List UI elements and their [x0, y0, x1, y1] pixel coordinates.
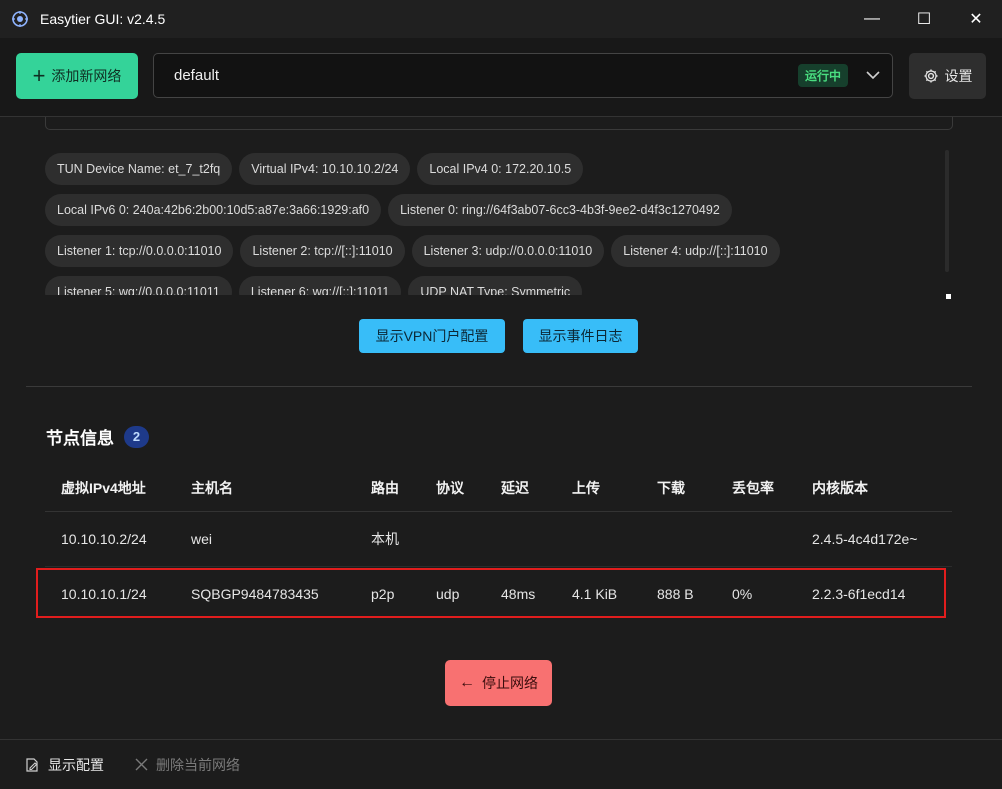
edit-file-icon — [26, 757, 38, 772]
col-route[interactable]: 路由 — [371, 464, 399, 511]
delete-network-button[interactable]: 删除当前网络 — [135, 755, 240, 775]
scroll-indicator — [946, 294, 951, 299]
col-download[interactable]: 下载 — [657, 464, 685, 511]
add-network-button[interactable]: + 添加新网络 — [16, 53, 138, 99]
stop-network-button[interactable]: ← 停止网络 — [445, 660, 552, 706]
chip-row: Listener 1: tcp://0.0.0.0:11010 Listener… — [45, 235, 945, 267]
chip-listener-1: Listener 1: tcp://0.0.0.0:11010 — [45, 235, 234, 267]
table-row[interactable]: 10.10.10.1/24 SQBGP9484783435 p2p udp 48… — [45, 567, 952, 621]
chip-local-ipv4: Local IPv4 0: 172.20.10.5 — [417, 153, 584, 185]
col-protocol[interactable]: 协议 — [436, 464, 464, 511]
minimize-button[interactable]: — — [846, 0, 898, 38]
cell-core-version: 2.4.5-4c4d172e~ — [812, 531, 918, 547]
peer-count-badge: 2 — [124, 425, 149, 448]
cell-route: p2p — [371, 586, 395, 602]
col-virtual-ipv4[interactable]: 虚拟IPv4地址 — [61, 464, 146, 511]
gear-icon — [924, 69, 937, 83]
add-network-label: 添加新网络 — [51, 68, 122, 84]
col-upload[interactable]: 上传 — [572, 464, 600, 511]
show-event-log-button[interactable]: 显示事件日志 — [523, 319, 638, 353]
settings-button[interactable]: 设置 — [909, 53, 986, 99]
window-title: Easytier GUI: v2.4.5 — [40, 11, 166, 27]
cell-virtual-ipv4: 10.10.10.2/24 — [61, 531, 147, 547]
chip-row: Local IPv6 0: 240a:42b6:2b00:10d5:a87e:3… — [45, 194, 945, 226]
chip-nat-type: UDP NAT Type: Symmetric — [408, 276, 583, 295]
delete-network-label: 删除当前网络 — [156, 756, 240, 773]
close-button[interactable]: ✕ — [950, 0, 1002, 38]
chip-listener-2: Listener 2: tcp://[::]:11010 — [240, 235, 405, 267]
cell-loss-rate: 0% — [732, 586, 753, 602]
cell-hostname: SQBGP9484783435 — [191, 586, 319, 602]
plus-icon: + — [32, 63, 46, 88]
node-info-chips: TUN Device Name: et_7_t2fq Virtual IPv4:… — [45, 153, 945, 295]
col-loss-rate[interactable]: 丢包率 — [732, 464, 774, 511]
network-panel: TUN Device Name: et_7_t2fq Virtual IPv4:… — [0, 116, 1002, 740]
cell-virtual-ipv4: 10.10.10.1/24 — [61, 586, 147, 602]
title-bar: Easytier GUI: v2.4.5 — ☐ ✕ — [0, 0, 1002, 38]
chip-row: TUN Device Name: et_7_t2fq Virtual IPv4:… — [45, 153, 945, 185]
chip-listener-4: Listener 4: udp://[::]:11010 — [611, 235, 780, 267]
peer-table: 虚拟IPv4地址 主机名 路由 协议 延迟 上传 下载 丢包率 内核版本 10.… — [45, 464, 952, 621]
chip-tun-device: TUN Device Name: et_7_t2fq — [45, 153, 233, 185]
cell-latency: 48ms — [501, 586, 536, 602]
network-select[interactable]: default 运行中 — [153, 53, 893, 98]
chip-row: Listener 5: wg://0.0.0.0:11011 Listener … — [45, 276, 945, 295]
show-config-label: 显示配置 — [48, 756, 104, 773]
chip-listener-5: Listener 5: wg://0.0.0.0:11011 — [45, 276, 232, 295]
chip-virtual-ipv4: Virtual IPv4: 10.10.10.2/24 — [239, 153, 411, 185]
show-config-button[interactable]: 显示配置 — [24, 755, 104, 775]
cell-protocol: udp — [436, 586, 460, 602]
chip-listener-3: Listener 3: udp://0.0.0.0:11010 — [411, 235, 605, 267]
close-icon — [135, 758, 148, 771]
chip-listener-6: Listener 6: wg://[::]:11011 — [238, 276, 402, 295]
chips-scrollbar[interactable] — [945, 150, 949, 272]
status-badge: 运行中 — [797, 64, 848, 87]
collapsed-section-edge — [45, 117, 953, 130]
col-latency[interactable]: 延迟 — [501, 464, 529, 511]
chip-listener-0: Listener 0: ring://64f3ab07-6cc3-4b3f-9e… — [388, 194, 732, 226]
chip-local-ipv6: Local IPv6 0: 240a:42b6:2b00:10d5:a87e:3… — [45, 194, 382, 226]
maximize-button[interactable]: ☐ — [898, 0, 950, 38]
show-vpn-portal-button[interactable]: 显示VPN门户配置 — [359, 319, 505, 353]
stop-network-label: 停止网络 — [482, 675, 538, 691]
network-select-value: default — [174, 67, 220, 84]
toolbar: + 添加新网络 default 运行中 设置 — [0, 38, 1002, 116]
peer-title-label: 节点信息 — [46, 429, 114, 448]
col-core-version[interactable]: 内核版本 — [812, 464, 868, 511]
bottom-bar: 显示配置 删除当前网络 — [0, 740, 1002, 789]
settings-label: 设置 — [944, 68, 973, 84]
cell-hostname: wei — [191, 531, 213, 547]
app-logo-icon — [10, 9, 30, 29]
cell-upload: 4.1 KiB — [572, 586, 618, 602]
cell-core-version: 2.2.3-6f1ecd14 — [812, 586, 906, 602]
divider — [26, 386, 972, 387]
table-header: 虚拟IPv4地址 主机名 路由 协议 延迟 上传 下载 丢包率 内核版本 — [45, 464, 952, 512]
arrow-left-icon: ← — [459, 674, 475, 691]
chevron-down-icon[interactable] — [858, 71, 888, 80]
cell-download: 888 B — [657, 586, 694, 602]
table-row[interactable]: 10.10.10.2/24 wei 本机 2.4.5-4c4d172e~ — [45, 512, 952, 567]
cell-route: 本机 — [371, 531, 399, 547]
peer-section-title: 节点信息 2 — [46, 424, 149, 449]
col-hostname[interactable]: 主机名 — [191, 464, 233, 511]
